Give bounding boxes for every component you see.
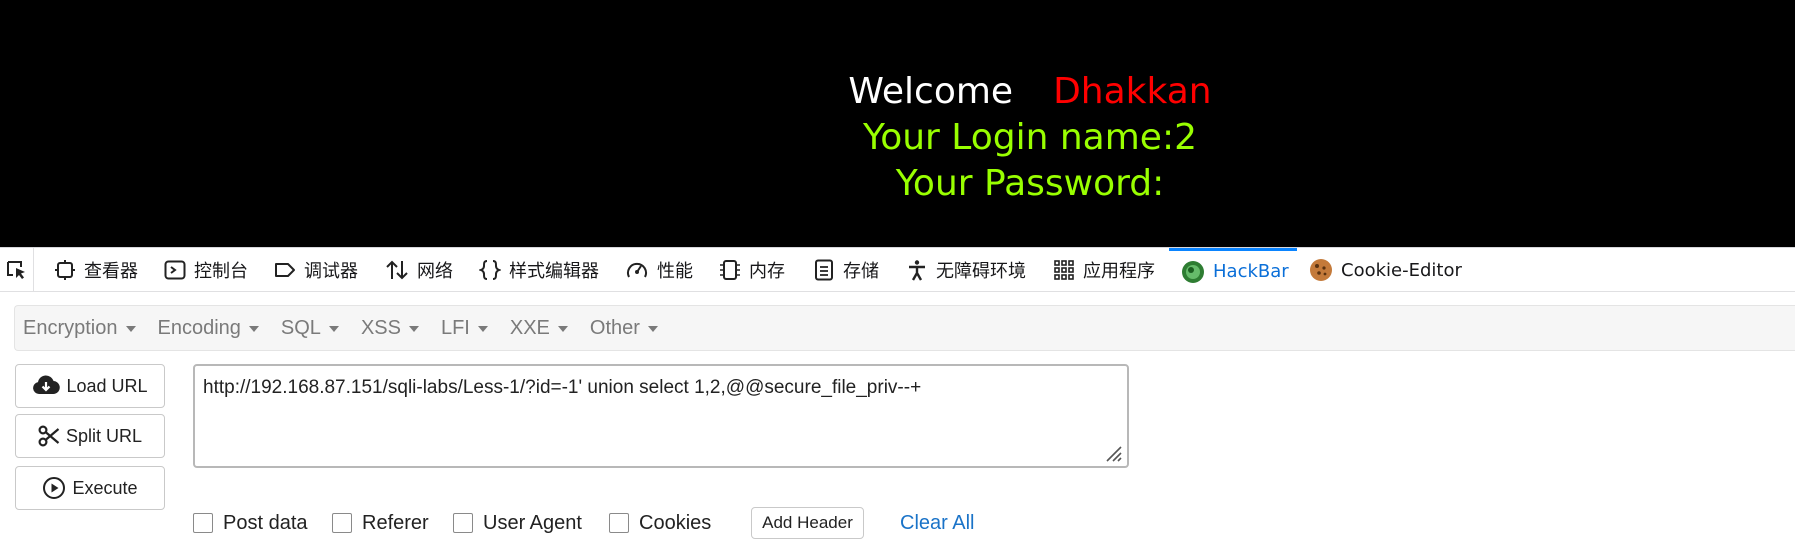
split-url-button[interactable]: Split URL [15, 414, 165, 458]
tab-debugger[interactable]: 调试器 [274, 248, 358, 292]
referer-checkbox[interactable] [332, 513, 352, 533]
tab-network[interactable]: 网络 [385, 248, 453, 292]
menu-other[interactable]: Other [582, 306, 658, 350]
tab-performance[interactable]: 性能 [625, 248, 693, 292]
cloud-download-icon [33, 375, 61, 395]
tab-memory[interactable]: 内存 [719, 248, 785, 292]
caret-down-icon [248, 326, 259, 332]
caret-down-icon [125, 326, 136, 332]
menu-xss[interactable]: XSS [353, 306, 419, 350]
login-name-line: Your Login name:2 [863, 117, 1197, 158]
menu-encoding[interactable]: Encoding [150, 306, 259, 350]
performance-icon [627, 262, 647, 278]
page-content: Welcome Dhakkan Your Login name:2 Your Pa… [0, 0, 1795, 247]
cookies-option[interactable]: Cookies [609, 510, 711, 536]
post-data-checkbox[interactable] [193, 513, 213, 533]
inspector-icon [55, 260, 75, 280]
network-icon [386, 260, 408, 280]
caret-down-icon [328, 326, 339, 332]
post-data-option[interactable]: Post data [193, 510, 308, 536]
tab-accessibility[interactable]: 无障碍环境 [906, 248, 1026, 292]
tab-label: 存储 [843, 261, 879, 282]
tab-label: 性能 [657, 261, 693, 282]
resize-grip-icon[interactable] [1101, 441, 1123, 463]
clear-all-link[interactable]: Clear All [900, 510, 974, 536]
hackbar-icon [1182, 260, 1204, 283]
menu-sql[interactable]: SQL [273, 306, 339, 350]
caret-down-icon [408, 326, 419, 332]
tab-cookie-editor[interactable]: Cookie-Editor [1309, 248, 1462, 292]
user-agent-option[interactable]: User Agent [453, 510, 582, 536]
user-agent-checkbox[interactable] [453, 513, 473, 533]
style-editor-icon [479, 260, 501, 280]
tab-label: 内存 [749, 261, 785, 282]
application-icon [1054, 260, 1074, 280]
console-icon [164, 260, 186, 280]
cookie-icon [1310, 259, 1332, 281]
tab-label: 应用程序 [1083, 261, 1155, 282]
tab-console[interactable]: 控制台 [164, 248, 248, 292]
load-url-button[interactable]: Load URL [15, 364, 165, 408]
devtools-tabbar: 查看器 控制台 调试器 网络 样式编辑器 性能 内存 存储 无障碍环境 应用程序… [0, 248, 1795, 292]
tab-label: Cookie-Editor [1341, 259, 1462, 281]
memory-icon [720, 260, 740, 280]
tab-style-editor[interactable]: 样式编辑器 [479, 248, 599, 292]
element-picker-icon [6, 261, 25, 279]
tab-hackbar[interactable]: HackBar [1169, 248, 1297, 292]
tab-label: HackBar [1213, 261, 1289, 282]
tab-label: 查看器 [84, 261, 138, 282]
password-line: Your Password: [895, 163, 1165, 204]
tab-label: 无障碍环境 [936, 261, 1026, 282]
menu-lfi[interactable]: LFI [433, 306, 488, 350]
add-header-button[interactable]: Add Header [751, 507, 864, 539]
referer-option[interactable]: Referer [332, 510, 429, 536]
tab-application[interactable]: 应用程序 [1053, 248, 1155, 292]
hackbar-menubar: Encryption Encoding SQL XSS LFI XXE Othe… [14, 305, 1795, 351]
element-picker-button[interactable] [0, 248, 34, 292]
welcome-line: Welcome Dhakkan [0, 70, 1795, 114]
tab-label: 调试器 [304, 261, 358, 282]
tab-label: 控制台 [194, 261, 248, 282]
scissors-icon [38, 425, 60, 447]
caret-down-icon [557, 326, 568, 332]
tab-label: 样式编辑器 [509, 261, 599, 282]
menu-encryption[interactable]: Encryption [15, 306, 136, 350]
caret-down-icon [477, 326, 488, 332]
user-name: Dhakkan [1053, 71, 1212, 112]
tab-label: 网络 [417, 261, 453, 282]
tab-inspector[interactable]: 查看器 [54, 248, 138, 292]
accessibility-icon [909, 260, 925, 281]
storage-icon [815, 259, 833, 281]
cookies-checkbox[interactable] [609, 513, 629, 533]
caret-down-icon [647, 326, 658, 332]
tab-storage[interactable]: 存储 [813, 248, 879, 292]
execute-button[interactable]: Execute [15, 466, 165, 510]
welcome-text: Welcome [848, 71, 1014, 112]
play-circle-icon [43, 477, 66, 499]
url-input[interactable] [193, 364, 1129, 468]
menu-xxe[interactable]: XXE [502, 306, 568, 350]
debugger-icon [275, 263, 295, 277]
